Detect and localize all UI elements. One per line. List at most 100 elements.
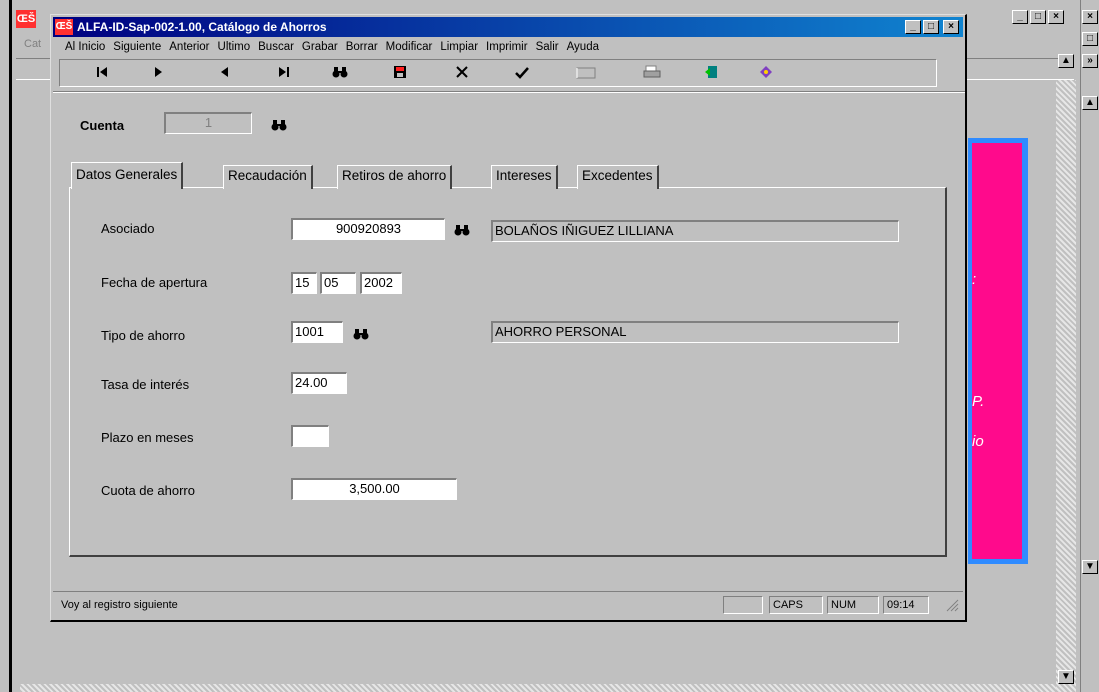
menu-siguiente[interactable]: Siguiente xyxy=(109,39,165,57)
toolbar xyxy=(59,59,937,87)
window-controls: _ □ × xyxy=(905,20,959,34)
toolbar-divider xyxy=(53,91,965,93)
next-record-icon xyxy=(155,67,162,77)
parent-window-controls: _ □ × xyxy=(1012,10,1064,24)
tab-intereses[interactable]: Intereses xyxy=(491,165,558,189)
first-record-button[interactable] xyxy=(90,64,114,84)
inner-scroll-up-icon[interactable]: ▲ xyxy=(1058,54,1074,68)
outer-vertical-scrollbar[interactable]: × □ » ▲ ▼ xyxy=(1080,0,1099,692)
save-button[interactable] xyxy=(388,64,412,84)
save-disk-icon xyxy=(394,66,406,78)
tipo-code-field[interactable]: 1001 xyxy=(291,321,343,343)
menu-imprimir[interactable]: Imprimir xyxy=(482,39,532,57)
outer-scroll-up-icon[interactable]: ▲ xyxy=(1082,96,1098,110)
horizontal-scrollbar[interactable] xyxy=(20,684,1056,692)
status-message: Voy al registro siguiente xyxy=(61,599,178,611)
tasa-interes-field[interactable]: 24.00 xyxy=(291,372,347,394)
menu-grabar[interactable]: Grabar xyxy=(298,39,342,57)
menu-modificar[interactable]: Modificar xyxy=(382,39,437,57)
cuenta-search-icon[interactable] xyxy=(271,118,287,132)
help-button[interactable] xyxy=(754,64,778,84)
last-record-button[interactable] xyxy=(272,64,296,84)
status-num: NUM xyxy=(827,596,879,614)
cuota-ahorro-field[interactable]: 3,500.00 xyxy=(291,478,457,500)
help-book-icon xyxy=(760,66,772,78)
asociado-name-field: BOLAÑOS IÑIGUEZ LILLIANA xyxy=(491,220,899,242)
parent-minimize-icon[interactable]: _ xyxy=(1012,10,1028,24)
background-panel-text: P. xyxy=(972,393,985,410)
menu-anterior[interactable]: Anterior xyxy=(165,39,213,57)
previous-record-button[interactable] xyxy=(212,64,236,84)
fecha-month-field[interactable]: 05 xyxy=(320,272,356,294)
menu-salir[interactable]: Salir xyxy=(532,39,563,57)
tab-retiros-de-ahorro[interactable]: Retiros de ahorro xyxy=(337,165,453,189)
tipo-desc-field: AHORRO PERSONAL xyxy=(491,321,899,343)
cuota-ahorro-label: Cuota de ahorro xyxy=(101,483,195,498)
tab-excedentes[interactable]: Excedentes xyxy=(577,165,659,189)
print-button[interactable] xyxy=(640,64,664,84)
cuenta-label: Cuenta xyxy=(80,118,125,133)
plazo-meses-field[interactable] xyxy=(291,425,329,447)
tab-recaudacion[interactable]: Recaudación xyxy=(223,165,313,189)
window-title: ALFA-ID-Sap-002-1.00, Catálogo de Ahorro… xyxy=(77,20,327,34)
plazo-meses-label: Plazo en meses xyxy=(101,430,194,445)
maximize-icon[interactable]: □ xyxy=(923,20,939,34)
catalog-dialog: ŒŠ ALFA-ID-Sap-002-1.00, Catálogo de Aho… xyxy=(50,14,967,622)
parent-maximize-icon[interactable]: □ xyxy=(1030,10,1046,24)
menu-al-inicio[interactable]: Al Inicio xyxy=(61,39,109,57)
exit-door-icon xyxy=(705,66,717,78)
modify-check-icon xyxy=(515,67,529,79)
parent-app-icon[interactable]: ŒŠ xyxy=(16,10,36,28)
fecha-day-field[interactable]: 15 xyxy=(291,272,317,294)
search-button[interactable] xyxy=(328,64,352,84)
menu-limpiar[interactable]: Limpiar xyxy=(436,39,482,57)
tasa-interes-label: Tasa de interés xyxy=(101,377,190,392)
background-panel-text: io xyxy=(972,433,984,450)
status-caps: CAPS xyxy=(769,596,823,614)
search-binoculars-icon xyxy=(332,67,348,78)
outer-close-icon[interactable]: × xyxy=(1082,10,1098,24)
exit-button[interactable] xyxy=(700,64,724,84)
status-empty-indicator xyxy=(723,596,763,614)
parent-close-icon[interactable]: × xyxy=(1048,10,1064,24)
tab-datos-generales[interactable]: Datos Generales xyxy=(71,162,184,189)
parent-left-border xyxy=(9,0,12,692)
cuenta-field[interactable]: 1 xyxy=(164,112,252,134)
menu-borrar[interactable]: Borrar xyxy=(342,39,382,57)
last-record-icon xyxy=(279,67,289,77)
asociado-label: Asociado xyxy=(101,221,155,236)
clear-button[interactable] xyxy=(574,64,598,84)
asociado-id-field[interactable]: 900920893 xyxy=(291,218,445,240)
resize-grip-icon[interactable] xyxy=(945,598,959,612)
clear-icon xyxy=(576,67,596,79)
menu-buscar[interactable]: Buscar xyxy=(254,39,298,57)
menu-ultimo[interactable]: Ultimo xyxy=(214,39,255,57)
next-record-button[interactable] xyxy=(146,64,170,84)
app-icon[interactable]: ŒŠ xyxy=(55,19,73,35)
inner-scroll-down-icon[interactable]: ▼ xyxy=(1058,670,1074,684)
close-icon[interactable]: × xyxy=(943,20,959,34)
delete-x-icon xyxy=(456,66,468,78)
tipo-search-icon[interactable] xyxy=(353,327,369,341)
print-icon xyxy=(643,65,661,78)
tab-panel xyxy=(69,187,947,557)
fecha-year-field[interactable]: 2002 xyxy=(360,272,402,294)
status-time: 09:14 xyxy=(883,596,929,614)
parent-label: Cat xyxy=(24,38,42,50)
delete-button[interactable] xyxy=(450,64,474,84)
asociado-search-icon[interactable] xyxy=(454,223,470,237)
fecha-apertura-label: Fecha de apertura xyxy=(101,275,208,290)
minimize-icon[interactable]: _ xyxy=(905,20,921,34)
tipo-ahorro-label: Tipo de ahorro xyxy=(101,328,186,343)
title-bar[interactable]: ŒŠ ALFA-ID-Sap-002-1.00, Catálogo de Aho… xyxy=(53,17,963,37)
inner-vertical-scrollbar[interactable]: ▲ ▼ xyxy=(1056,54,1076,692)
menu-bar: Al Inicio Siguiente Anterior Ultimo Busc… xyxy=(61,39,603,57)
previous-record-icon xyxy=(221,67,228,77)
menu-ayuda[interactable]: Ayuda xyxy=(563,39,603,57)
background-panel: : P. io xyxy=(972,143,1022,559)
outer-more-icon[interactable]: » xyxy=(1082,54,1098,68)
outer-restore-icon[interactable]: □ xyxy=(1082,32,1098,46)
outer-scroll-down-icon[interactable]: ▼ xyxy=(1082,560,1098,574)
modify-button[interactable] xyxy=(510,64,534,84)
first-record-icon xyxy=(97,67,107,77)
